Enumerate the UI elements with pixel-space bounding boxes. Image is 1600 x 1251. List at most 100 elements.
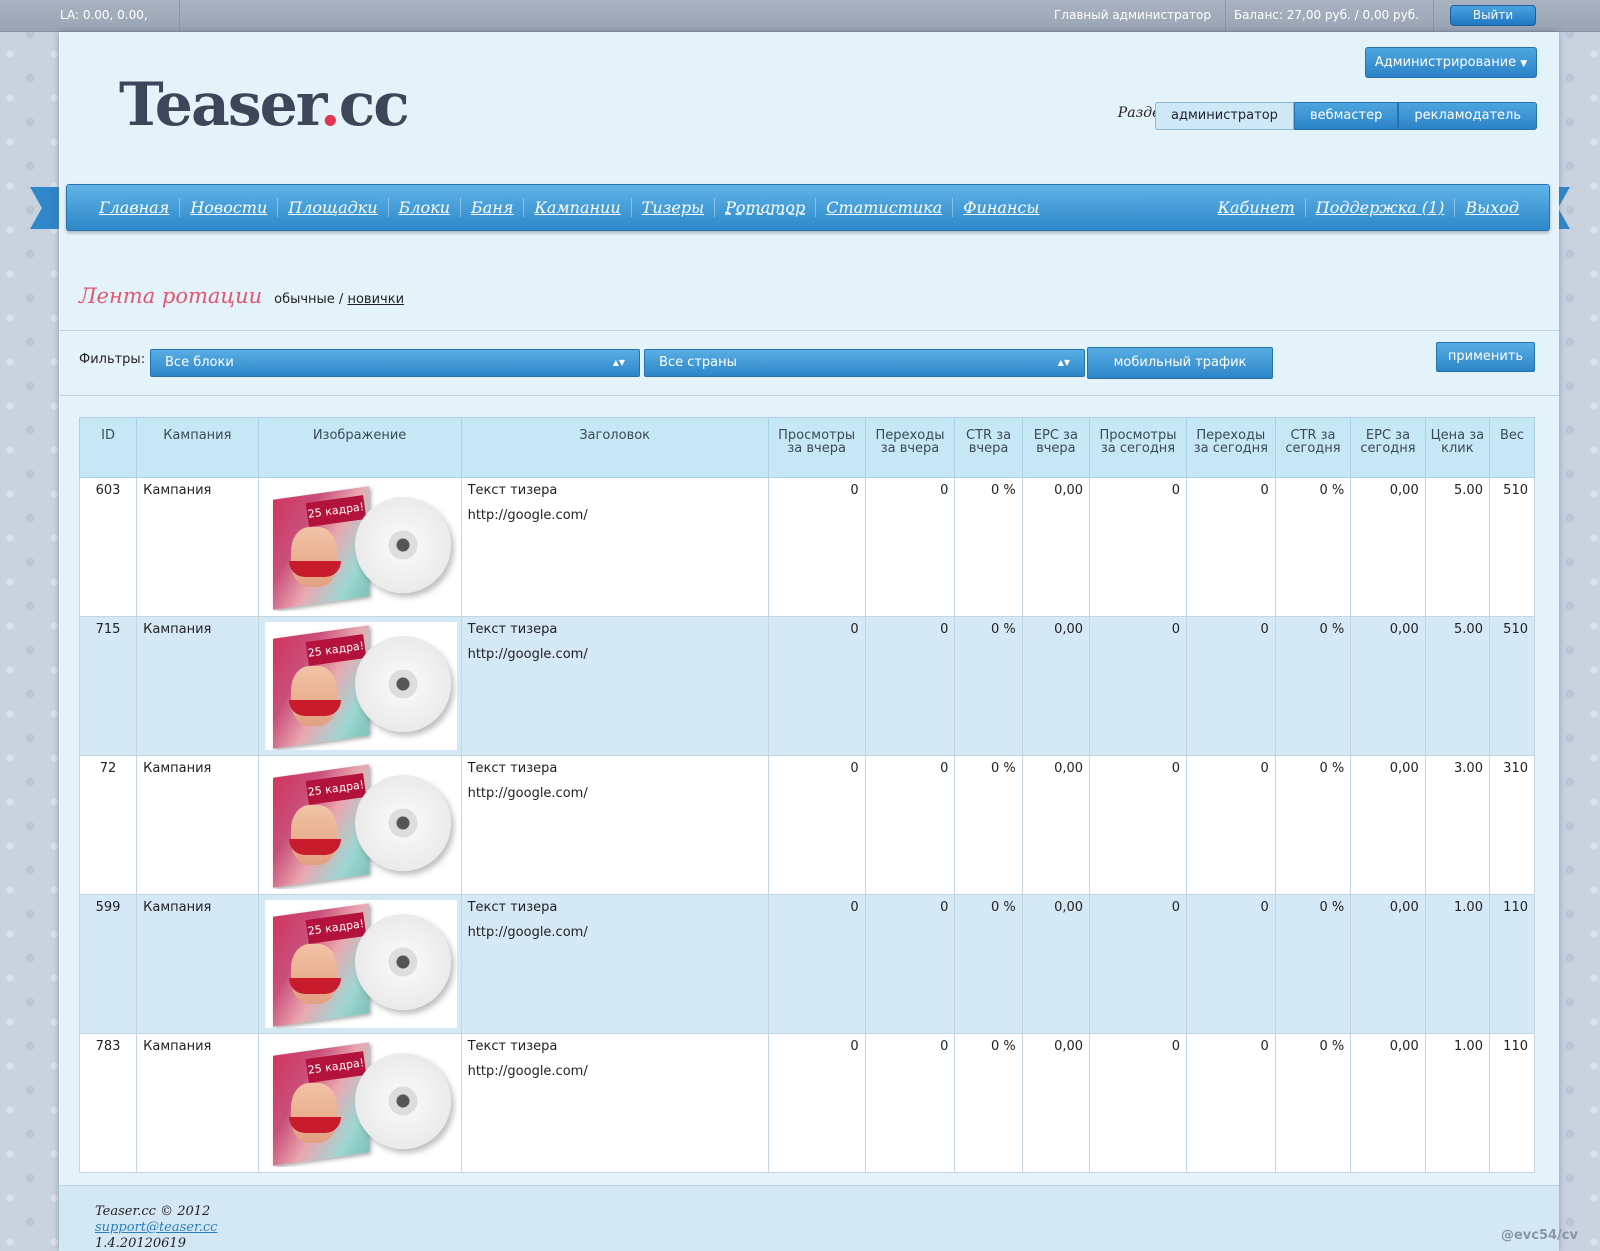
cell-campaign[interactable]: Кампания (136, 477, 259, 617)
nav-left-0[interactable]: Главная (89, 198, 179, 217)
footer-text: Teaser.cc © 2012 support@teaser.cc 1.4.2… (59, 1204, 1559, 1251)
cell-weight: 510 (1488, 477, 1536, 617)
cover-figure (290, 805, 337, 865)
teaser-title[interactable]: Текст тизера (468, 483, 558, 498)
col-ctr-today[interactable]: CTR за сегодня (1274, 417, 1352, 478)
col-image: Изображение (257, 417, 462, 478)
teaser-title[interactable]: Текст тизера (468, 900, 558, 915)
filters-label: Фильтры: (79, 352, 146, 367)
select-arrows-icon: ▲▼ (1057, 358, 1070, 367)
cell-views-t: 0 (1089, 477, 1187, 617)
nav-left-5[interactable]: Кампании (523, 198, 630, 217)
logo[interactable]: Teaser.cc (119, 70, 410, 140)
nav-left-2[interactable]: Площадки (277, 198, 387, 217)
teaser-image[interactable]: 25 кадра! (264, 622, 457, 750)
teaser-image[interactable]: 25 кадра! (264, 483, 457, 611)
cd-disc (354, 497, 451, 593)
section-webmaster[interactable]: вебмастер (1293, 102, 1399, 130)
nav-left-8[interactable]: Статистика (815, 198, 952, 217)
chevron-down-icon: ▼ (1520, 59, 1528, 69)
section-switch: администратор вебмастер рекламодатель (1155, 102, 1537, 130)
table-row: 72 Кампания 25 кадра! Текст тизера http://go… (78, 755, 1536, 895)
section-advertiser[interactable]: рекламодатель (1398, 102, 1537, 130)
teaser-title[interactable]: Текст тизера (468, 622, 558, 637)
cell-clicks-t: 0 (1185, 616, 1276, 756)
admin-menu-button[interactable]: Администрирование ▼ (1365, 47, 1537, 78)
col-ctr-yesterday[interactable]: CTR за вчера (954, 417, 1023, 478)
cell-views-t: 0 (1089, 1033, 1187, 1173)
cell-price: 5.00 (1424, 616, 1490, 756)
teaser-url[interactable]: http://google.com/ (468, 1064, 762, 1079)
col-epc-today[interactable]: EPC за сегодня (1350, 417, 1426, 478)
apply-button[interactable]: применить (1436, 342, 1535, 372)
teaser-image[interactable]: 25 кадра! (264, 761, 457, 889)
col-weight[interactable]: Вес (1488, 417, 1536, 478)
teaser-title[interactable]: Текст тизера (468, 1039, 558, 1054)
nav-left-4[interactable]: Баня (460, 198, 523, 217)
blocks-select[interactable]: Все блоки ▲▼ (150, 349, 640, 377)
cell-views-t: 0 (1089, 894, 1187, 1034)
cell-campaign[interactable]: Кампания (136, 1033, 259, 1173)
cell-epc-t: 0,00 (1350, 894, 1426, 1034)
cell-campaign[interactable]: Кампания (136, 894, 259, 1034)
title-row: Лента ротации обычные / новички (79, 284, 404, 308)
cell-price: 5.00 (1424, 477, 1490, 617)
teaser-url[interactable]: http://google.com/ (468, 786, 762, 801)
teaser-image[interactable]: 25 кадра! (264, 900, 457, 1028)
nav-right-0[interactable]: Кабинет (1208, 198, 1305, 217)
teaser-url[interactable]: http://google.com/ (468, 647, 762, 662)
cell-campaign[interactable]: Кампания (136, 755, 259, 895)
cell-epc-y: 0,00 (1021, 755, 1091, 895)
col-campaign[interactable]: Кампания (136, 417, 259, 478)
col-epc-yesterday[interactable]: EPC за вчера (1021, 417, 1091, 478)
nav-left-1[interactable]: Новости (179, 198, 277, 217)
col-clicks-today[interactable]: Переходы за сегодня (1185, 417, 1276, 478)
col-title[interactable]: Заголовок (460, 417, 769, 478)
cell-id: 603 (78, 477, 138, 617)
countries-select[interactable]: Все страны ▲▼ (644, 349, 1085, 377)
cell-epc-y: 0,00 (1021, 894, 1091, 1034)
teaser-url[interactable]: http://google.com/ (468, 508, 762, 523)
nav-left-9[interactable]: Финансы (952, 198, 1049, 217)
nav-right: Кабинет Поддержка (1) Выход (1208, 185, 1529, 230)
nav-right-2[interactable]: Выход (1454, 198, 1529, 217)
mobile-traffic-toggle[interactable]: мобильный трафик (1087, 347, 1273, 379)
cell-epc-t: 0,00 (1350, 1033, 1426, 1173)
col-views-today[interactable]: Просмотры за сегодня (1089, 417, 1187, 478)
cover-band (288, 978, 341, 994)
col-id[interactable]: ID (78, 417, 138, 478)
select-arrows-icon: ▲▼ (612, 358, 625, 367)
cell-epc-y: 0,00 (1021, 477, 1091, 617)
cell-ctr-t: 0 % (1274, 894, 1352, 1034)
col-price-per-click[interactable]: Цена за клик (1424, 417, 1490, 478)
cell-clicks-t: 0 (1185, 1033, 1276, 1173)
cell-weight: 310 (1488, 755, 1536, 895)
teaser-title[interactable]: Текст тизера (468, 761, 558, 776)
cell-id: 72 (78, 755, 138, 895)
cell-views-y: 0 (767, 616, 866, 756)
filters-bar: Фильтры: Все блоки ▲▼ Все страны ▲▼ мобиль… (59, 330, 1559, 396)
cell-clicks-y: 0 (864, 616, 956, 756)
cell-image: 25 кадра! (257, 755, 462, 895)
cell-campaign[interactable]: Кампания (136, 616, 259, 756)
nav-left-3[interactable]: Блоки (387, 198, 460, 217)
table-row: 599 Кампания 25 кадра! Текст тизера http://g… (78, 894, 1536, 1034)
cell-epc-t: 0,00 (1350, 616, 1426, 756)
cell-epc-t: 0,00 (1350, 755, 1426, 895)
cell-title: Текст тизера http://google.com/ (460, 616, 769, 756)
section-admin[interactable]: администратор (1155, 102, 1294, 130)
teaser-url[interactable]: http://google.com/ (468, 925, 762, 940)
nav-right-1[interactable]: Поддержка (1) (1304, 198, 1455, 217)
logout-button[interactable]: Выйти (1450, 5, 1536, 26)
col-clicks-yesterday[interactable]: Переходы за вчера (864, 417, 956, 478)
col-views-yesterday[interactable]: Просмотры за вчера (767, 417, 866, 478)
cd-disc (354, 636, 451, 732)
cover-band (288, 700, 341, 716)
teaser-image[interactable]: 25 кадра! (264, 1039, 457, 1167)
nav-left-6[interactable]: Тизеры (630, 198, 714, 217)
support-email-link[interactable]: support@teaser.cc (95, 1220, 217, 1235)
feed-newcomers-link[interactable]: новички (347, 292, 404, 307)
cell-id: 715 (78, 616, 138, 756)
cell-clicks-y: 0 (864, 894, 956, 1034)
nav-left-7[interactable]: Ротатор (714, 198, 815, 217)
